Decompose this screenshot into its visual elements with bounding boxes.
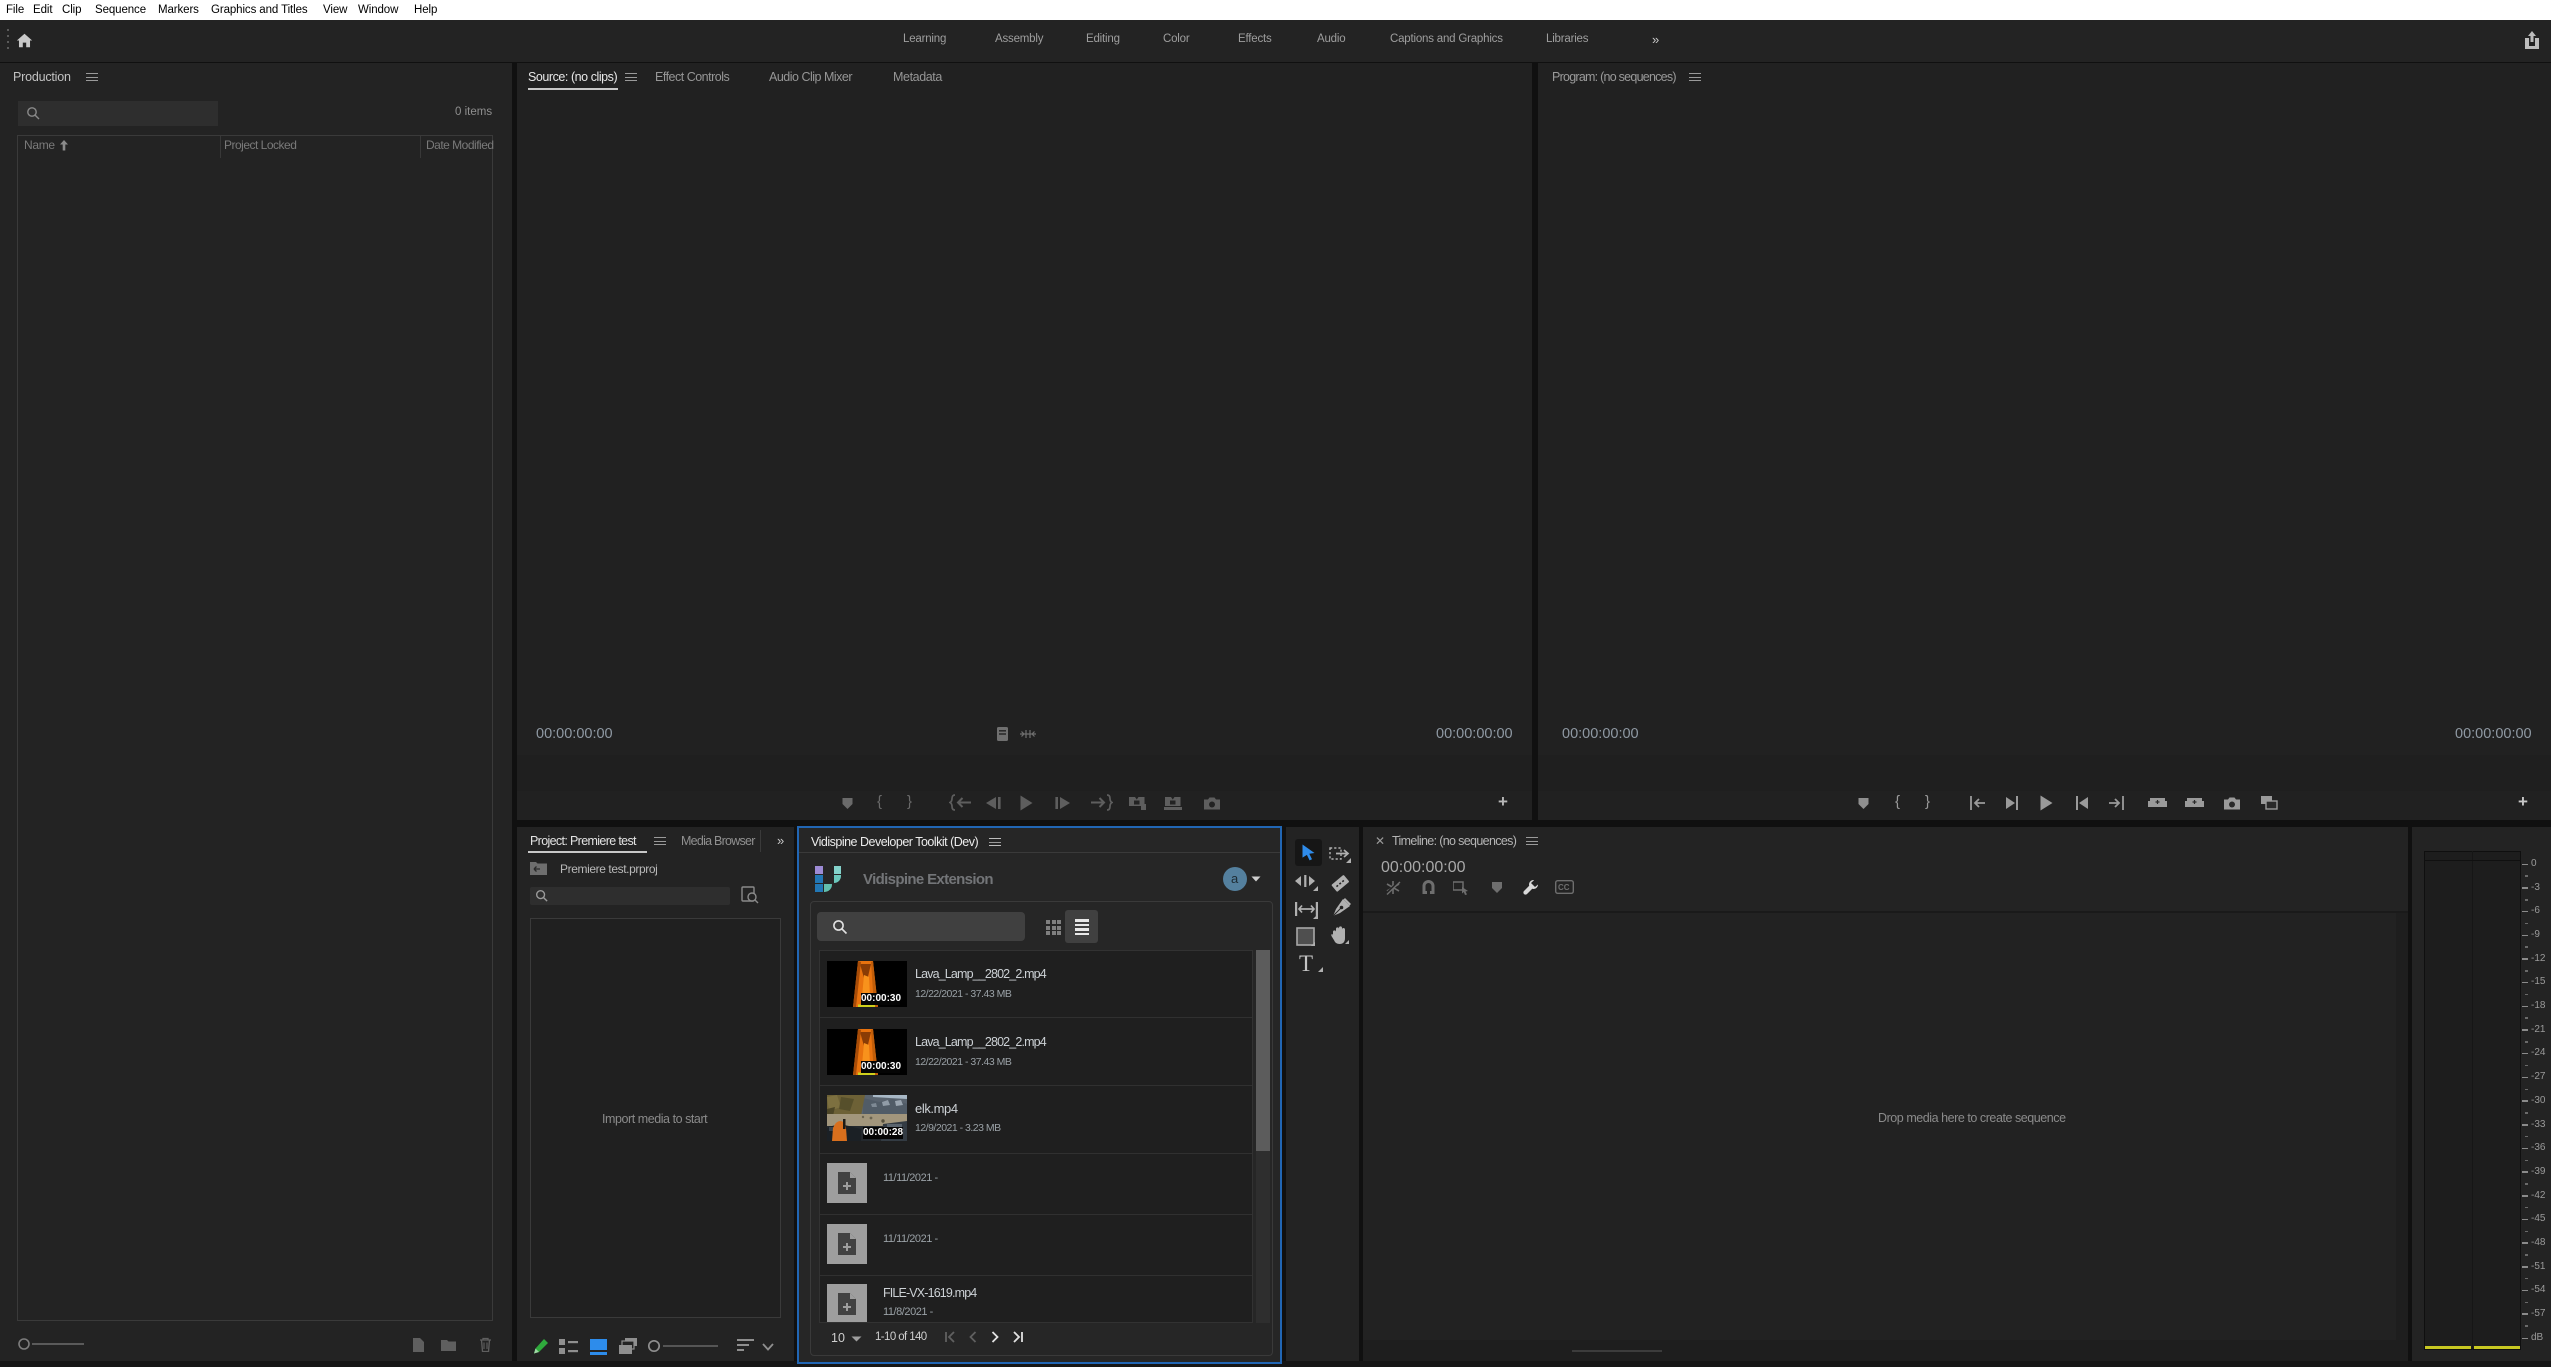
svg-text:CC: CC xyxy=(1558,883,1570,892)
